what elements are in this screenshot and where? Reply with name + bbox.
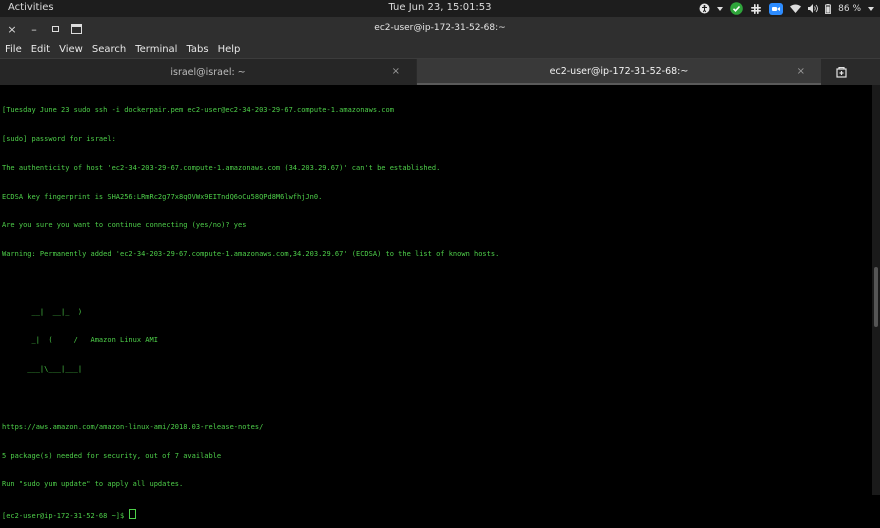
chevron-down-icon[interactable] — [868, 6, 874, 11]
slack-icon[interactable] — [750, 3, 762, 15]
tab-close-button[interactable]: × — [392, 66, 400, 77]
new-tab-button[interactable] — [830, 63, 852, 81]
clock-text[interactable]: Tue Jun 23, 15:01:53 — [388, 2, 491, 13]
new-tab-icon — [835, 66, 847, 78]
zoom-icon[interactable] — [769, 2, 784, 15]
tab-ec2-user[interactable]: ec2-user@ip-172-31-52-68:~ × — [417, 59, 821, 85]
window-title: ec2-user@ip-172-31-52-68:~ — [374, 23, 506, 33]
tab-bar: israel@israel: ~ × ec2-user@ip-172-31-52… — [0, 58, 880, 86]
menu-terminal[interactable]: Terminal — [130, 44, 181, 55]
menu-view[interactable]: View — [54, 44, 87, 55]
tab-label: ec2-user@ip-172-31-52-68:~ — [549, 65, 689, 77]
tab-label: israel@israel: ~ — [170, 66, 246, 78]
scrollbar-thumb[interactable] — [874, 267, 878, 327]
terminal-line: ___|\___|___| — [2, 365, 83, 374]
terminal-prompt: [ec2-user@ip-172-31-52-68 ~]$ — [2, 512, 129, 521]
terminal-line: __| __|_ ) — [2, 307, 83, 316]
terminal-line: 5 package(s) needed for security, out of… — [2, 451, 222, 460]
terminal-line: ECDSA key fingerprint is SHA256:LRmRc2g7… — [2, 192, 323, 201]
battery-icon[interactable] — [825, 3, 832, 14]
battery-percent: 86 % — [838, 3, 861, 14]
minimize-window-button[interactable]: – — [26, 21, 42, 37]
menu-help[interactable]: Help — [213, 44, 245, 55]
window-title-wrap: ec2-user@ip-172-31-52-68:~ — [0, 23, 880, 33]
menu-edit[interactable]: Edit — [26, 44, 54, 55]
system-tray: 86 % — [699, 0, 874, 17]
tab-israel[interactable]: israel@israel: ~ × — [0, 59, 416, 85]
activities-button[interactable]: Activities — [8, 2, 54, 13]
menu-search[interactable]: Search — [87, 44, 130, 55]
terminal-line: The authenticity of host 'ec2-34-203-29-… — [2, 163, 441, 172]
menu-file[interactable]: File — [0, 44, 26, 55]
terminal-line: _| ( / Amazon Linux AMI — [2, 336, 158, 345]
top-bar: Activities Tue Jun 23, 15:01:53 86 % — [0, 0, 880, 17]
close-window-button[interactable]: × — [4, 21, 20, 37]
maximize-window-button[interactable] — [47, 21, 63, 37]
terminal-line: [Tuesday June 23 sudo ssh -i dockerpair.… — [2, 106, 394, 115]
menu-bar: File Edit View Search Terminal Tabs Help — [0, 41, 880, 58]
terminal-line: https://aws.amazon.com/amazon-linux-ami/… — [2, 422, 264, 431]
tab-close-button[interactable]: × — [797, 66, 805, 77]
check-icon[interactable] — [730, 2, 743, 15]
window-titlebar: × – ec2-user@ip-172-31-52-68:~ — [0, 17, 880, 41]
terminal-output[interactable]: [Tuesday June 23 sudo ssh -i dockerpair.… — [0, 85, 872, 520]
terminal-line: [sudo] password for israel: — [2, 134, 116, 143]
terminal-prompt-line[interactable]: [ec2-user@ip-172-31-52-68 ~]$ — [2, 509, 872, 521]
terminal-line: Are you sure you want to continue connec… — [2, 221, 247, 230]
terminal-line: Warning: Permanently added 'ec2-34-203-2… — [2, 250, 500, 259]
accessibility-icon[interactable] — [699, 3, 710, 14]
chevron-down-icon[interactable] — [717, 6, 724, 11]
terminal-cursor — [129, 509, 137, 520]
menu-tabs[interactable]: Tabs — [181, 44, 212, 55]
terminal-line: Run "sudo yum update" to apply all updat… — [2, 480, 184, 489]
wifi-icon[interactable] — [790, 4, 802, 13]
new-tab-icon[interactable] — [68, 21, 84, 37]
volume-icon[interactable] — [808, 4, 819, 13]
